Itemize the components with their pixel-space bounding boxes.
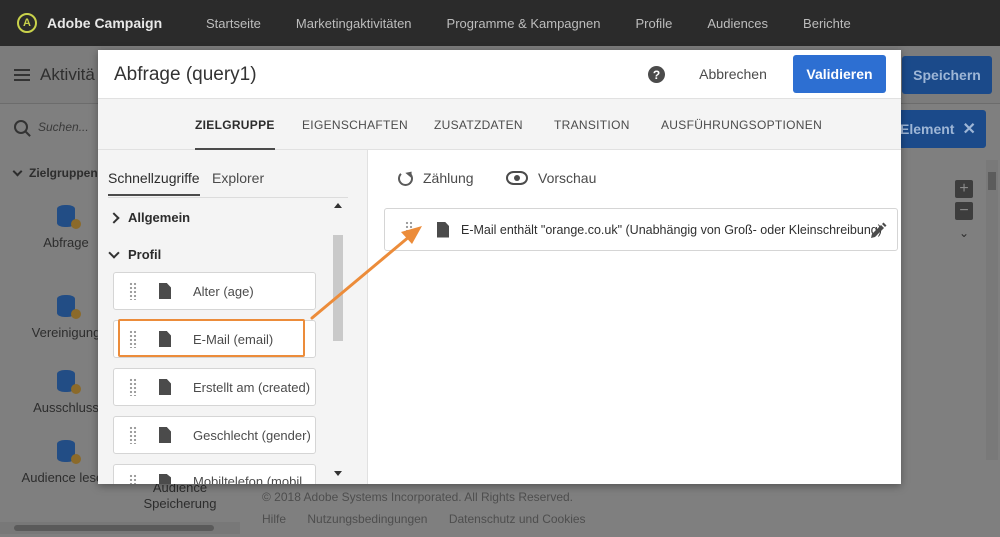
database-icon	[57, 205, 81, 229]
dialog-header: Abfrage (query1) ? Abbrechen Validieren	[98, 50, 901, 99]
field-palette: Schnellzugriffe Explorer Allgemein Profi…	[98, 150, 368, 484]
tab-explorer[interactable]: Explorer	[212, 170, 264, 186]
group-allgemein[interactable]: Allgemein	[108, 210, 190, 225]
chevron-down-icon	[12, 166, 23, 177]
search-icon	[14, 120, 28, 134]
document-icon	[159, 427, 171, 443]
save-button[interactable]: Speichern	[902, 56, 992, 94]
nav-item-marketing[interactable]: Marketingaktivitäten	[296, 16, 412, 31]
tab-ausfuehrungsoptionen[interactable]: AUSFÜHRUNGSOPTIONEN	[661, 99, 822, 150]
drag-handle-icon[interactable]	[129, 426, 137, 444]
query-condition[interactable]: E-Mail enthält "orange.co.uk" (Unabhängi…	[384, 208, 898, 251]
scroll-thumb[interactable]	[14, 525, 214, 531]
refresh-icon	[398, 170, 413, 186]
scroll-thumb[interactable]	[333, 235, 343, 341]
nav-item-startseite[interactable]: Startseite	[206, 16, 261, 31]
email-highlight-frame	[118, 319, 305, 357]
chevron-down-icon[interactable]: ⌄	[955, 224, 973, 242]
nav-item-audiences[interactable]: Audiences	[707, 16, 768, 31]
adobe-campaign-logo-icon: A	[17, 13, 37, 33]
footer-link-privacy[interactable]: Datenschutz und Cookies	[449, 512, 586, 526]
tab-schnellzugriffe[interactable]: Schnellzugriffe	[108, 170, 200, 196]
eye-icon	[506, 171, 528, 185]
canvas-vertical-scrollbar[interactable]	[986, 160, 998, 460]
tab-eigenschaften[interactable]: EIGENSCHAFTEN	[302, 99, 408, 150]
chevron-right-icon	[108, 211, 120, 224]
footer-copyright: © 2018 Adobe Systems Incorporated. All R…	[262, 490, 574, 504]
logo-text: Adobe Campaign	[47, 15, 163, 31]
divider	[108, 197, 348, 198]
field-item-created[interactable]: Erstellt am (created)	[113, 368, 316, 406]
nav-item-profile[interactable]: Profile	[635, 16, 672, 31]
nav-item-berichte[interactable]: Berichte	[803, 16, 851, 31]
database-exclusion-icon	[57, 370, 81, 394]
drag-handle-icon[interactable]	[129, 378, 137, 396]
document-icon	[437, 221, 449, 238]
activity-search[interactable]: Suchen...	[14, 120, 89, 134]
main-nav: Startseite Marketingaktivitäten Programm…	[206, 16, 886, 31]
field-item-age[interactable]: Alter (age)	[113, 272, 316, 310]
dialog-tabs: ZIELGRUPPE EIGENSCHAFTEN ZUSATZDATEN TRA…	[98, 99, 901, 150]
query-dialog: Abfrage (query1) ? Abbrechen Validieren …	[98, 50, 901, 484]
count-button[interactable]: Zählung	[398, 170, 474, 186]
dialog-title: Abfrage (query1)	[114, 64, 257, 85]
drag-handle-icon[interactable]	[129, 474, 137, 484]
footer-link-hilfe[interactable]: Hilfe	[262, 512, 286, 526]
query-workspace: Zählung Vorschau E-Mail enthält "orange.…	[368, 150, 901, 484]
tab-transition[interactable]: TRANSITION	[554, 99, 630, 150]
tab-zielgruppe[interactable]: ZIELGRUPPE	[195, 99, 275, 150]
validate-button[interactable]: Validieren	[793, 55, 886, 93]
scroll-thumb[interactable]	[988, 172, 996, 190]
document-icon	[159, 283, 171, 299]
database-audience-icon	[57, 440, 81, 464]
activity-audience-speicherung[interactable]: Audience Speicherung	[140, 480, 220, 512]
field-item-mobile[interactable]: Mobiltelefon (mobil	[113, 464, 316, 484]
close-icon[interactable]: ✕	[962, 119, 975, 139]
pencil-edit-icon[interactable]	[869, 222, 887, 240]
section-zielgruppen[interactable]: Zielgruppen	[12, 166, 98, 180]
palette-scrollbar[interactable]	[331, 203, 343, 484]
drag-handle-icon[interactable]	[405, 220, 413, 239]
zoom-controls: + − ⌄	[955, 180, 973, 246]
drag-handle-icon[interactable]	[129, 282, 137, 300]
footer-link-terms[interactable]: Nutzungsbedingungen	[307, 512, 427, 526]
tab-zusatzdaten[interactable]: ZUSATZDATEN	[434, 99, 523, 150]
help-icon[interactable]: ?	[648, 66, 665, 83]
element-chip[interactable]: Element ✕	[888, 110, 986, 148]
workflow-title: Aktivitä	[14, 65, 95, 85]
database-union-icon	[57, 295, 81, 319]
footer: © 2018 Adobe Systems Incorporated. All R…	[262, 490, 604, 526]
app-logo[interactable]: A Adobe Campaign	[17, 13, 207, 33]
zoom-in-icon[interactable]: +	[955, 180, 973, 198]
chevron-down-icon	[108, 246, 120, 259]
activities-list-icon	[14, 68, 30, 82]
horizontal-scrollbar[interactable]	[0, 522, 240, 534]
field-item-gender[interactable]: Geschlecht (gender)	[113, 416, 316, 454]
scroll-down-icon[interactable]	[334, 471, 342, 476]
cancel-button[interactable]: Abbrechen	[688, 62, 778, 86]
nav-item-programme[interactable]: Programme & Kampagnen	[447, 16, 601, 31]
document-icon	[159, 379, 171, 395]
zoom-out-icon[interactable]: −	[955, 202, 973, 220]
top-navigation-bar: A Adobe Campaign Startseite Marketingakt…	[0, 0, 1000, 46]
preview-button[interactable]: Vorschau	[506, 170, 596, 186]
group-profil[interactable]: Profil	[108, 246, 161, 262]
document-icon	[159, 474, 171, 484]
scroll-up-icon[interactable]	[334, 203, 342, 208]
